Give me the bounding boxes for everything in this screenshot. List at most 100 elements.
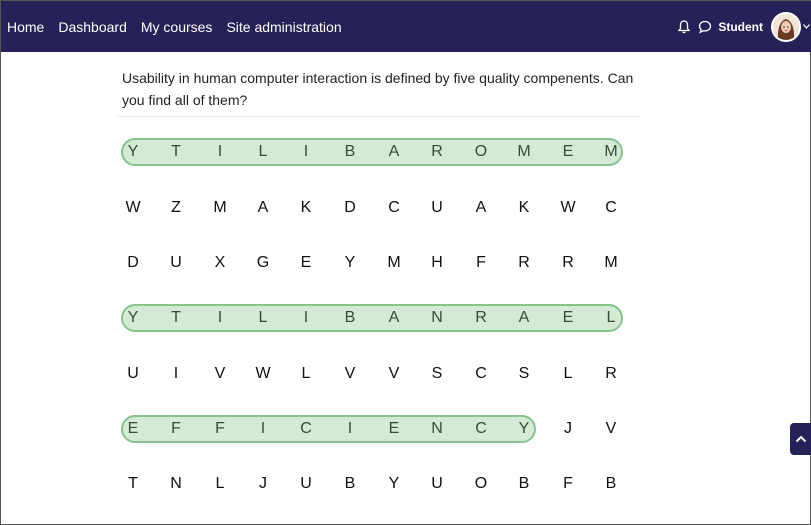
grid-letter[interactable]: G: [248, 253, 278, 273]
grid-letter[interactable]: F: [205, 419, 235, 439]
grid-letter[interactable]: Z: [161, 198, 191, 218]
grid-letter[interactable]: F: [161, 419, 191, 439]
grid-letter[interactable]: I: [205, 308, 235, 328]
grid-letter[interactable]: C: [291, 419, 321, 439]
grid-letter[interactable]: L: [553, 364, 583, 384]
grid-letter[interactable]: U: [118, 364, 148, 384]
grid-letter[interactable]: O: [466, 142, 496, 162]
divider: [117, 116, 641, 117]
grid-letter[interactable]: B: [596, 474, 626, 494]
grid-letter[interactable]: J: [553, 419, 583, 439]
grid-letter[interactable]: L: [248, 142, 278, 162]
grid-letter[interactable]: B: [335, 142, 365, 162]
grid-letter[interactable]: E: [379, 419, 409, 439]
grid-letter[interactable]: D: [335, 198, 365, 218]
question-text: Usability in human computer interaction …: [122, 70, 634, 108]
grid-letter[interactable]: Y: [335, 253, 365, 273]
bell-icon[interactable]: [678, 19, 691, 34]
grid-letter[interactable]: Y: [118, 308, 148, 328]
grid-letter[interactable]: N: [422, 419, 452, 439]
grid-letter[interactable]: M: [379, 253, 409, 273]
nav-home-link[interactable]: Home: [7, 19, 44, 35]
grid-letter[interactable]: C: [596, 198, 626, 218]
grid-letter[interactable]: C: [379, 198, 409, 218]
found-word-highlight[interactable]: [121, 138, 623, 166]
grid-letter[interactable]: W: [553, 198, 583, 218]
grid-letter[interactable]: W: [248, 364, 278, 384]
grid-letter[interactable]: A: [379, 308, 409, 328]
grid-letter[interactable]: D: [118, 253, 148, 273]
grid-letter[interactable]: M: [509, 142, 539, 162]
top-navbar: Home Dashboard My courses Site administr…: [1, 1, 811, 52]
chevron-down-icon[interactable]: [803, 21, 810, 32]
grid-letter[interactable]: R: [422, 142, 452, 162]
grid-letter[interactable]: E: [553, 308, 583, 328]
grid-letter[interactable]: E: [118, 419, 148, 439]
grid-letter[interactable]: E: [291, 253, 321, 273]
grid-letter[interactable]: Y: [379, 474, 409, 494]
grid-letter[interactable]: L: [596, 308, 626, 328]
grid-letter[interactable]: X: [205, 253, 235, 273]
grid-letter[interactable]: A: [466, 198, 496, 218]
grid-letter[interactable]: C: [466, 364, 496, 384]
grid-letter[interactable]: H: [422, 253, 452, 273]
grid-letter[interactable]: T: [161, 308, 191, 328]
grid-letter[interactable]: L: [248, 308, 278, 328]
grid-letter[interactable]: C: [466, 419, 496, 439]
user-name[interactable]: Student: [718, 20, 763, 34]
grid-letter[interactable]: N: [422, 308, 452, 328]
grid-letter[interactable]: W: [118, 198, 148, 218]
grid-letter[interactable]: V: [596, 419, 626, 439]
back-to-top-button[interactable]: [790, 423, 811, 455]
grid-letter[interactable]: E: [553, 142, 583, 162]
grid-letter[interactable]: K: [291, 198, 321, 218]
found-word-highlight[interactable]: [121, 304, 623, 332]
grid-letter[interactable]: Y: [118, 142, 148, 162]
grid-letter[interactable]: B: [509, 474, 539, 494]
grid-letter[interactable]: R: [596, 364, 626, 384]
grid-letter[interactable]: T: [118, 474, 148, 494]
grid-letter[interactable]: I: [161, 364, 191, 384]
nav-dashboard-link[interactable]: Dashboard: [58, 19, 127, 35]
grid-letter[interactable]: K: [509, 198, 539, 218]
grid-letter[interactable]: S: [509, 364, 539, 384]
grid-letter[interactable]: I: [291, 142, 321, 162]
grid-letter[interactable]: M: [596, 142, 626, 162]
avatar[interactable]: [771, 11, 801, 42]
grid-letter[interactable]: L: [205, 474, 235, 494]
grid-letter[interactable]: U: [422, 474, 452, 494]
grid-letter[interactable]: U: [422, 198, 452, 218]
nav-site-administration-link[interactable]: Site administration: [226, 19, 341, 35]
grid-letter[interactable]: M: [205, 198, 235, 218]
grid-letter[interactable]: U: [161, 253, 191, 273]
grid-letter[interactable]: V: [205, 364, 235, 384]
grid-letter[interactable]: R: [553, 253, 583, 273]
grid-letter[interactable]: Y: [509, 419, 539, 439]
chat-icon[interactable]: [698, 20, 712, 34]
grid-letter[interactable]: R: [509, 253, 539, 273]
grid-letter[interactable]: I: [335, 419, 365, 439]
user-menu-area: Student: [678, 1, 811, 52]
grid-letter[interactable]: T: [161, 142, 191, 162]
grid-letter[interactable]: U: [291, 474, 321, 494]
grid-letter[interactable]: V: [335, 364, 365, 384]
grid-letter[interactable]: I: [291, 308, 321, 328]
grid-letter[interactable]: B: [335, 308, 365, 328]
grid-letter[interactable]: I: [205, 142, 235, 162]
grid-letter[interactable]: F: [553, 474, 583, 494]
grid-letter[interactable]: M: [596, 253, 626, 273]
grid-letter[interactable]: I: [248, 419, 278, 439]
grid-letter[interactable]: V: [379, 364, 409, 384]
grid-letter[interactable]: S: [422, 364, 452, 384]
grid-letter[interactable]: N: [161, 474, 191, 494]
grid-letter[interactable]: O: [466, 474, 496, 494]
grid-letter[interactable]: R: [466, 308, 496, 328]
grid-letter[interactable]: A: [509, 308, 539, 328]
grid-letter[interactable]: A: [248, 198, 278, 218]
grid-letter[interactable]: J: [248, 474, 278, 494]
nav-my-courses-link[interactable]: My courses: [141, 19, 213, 35]
grid-letter[interactable]: A: [379, 142, 409, 162]
grid-letter[interactable]: L: [291, 364, 321, 384]
grid-letter[interactable]: F: [466, 253, 496, 273]
grid-letter[interactable]: B: [335, 474, 365, 494]
